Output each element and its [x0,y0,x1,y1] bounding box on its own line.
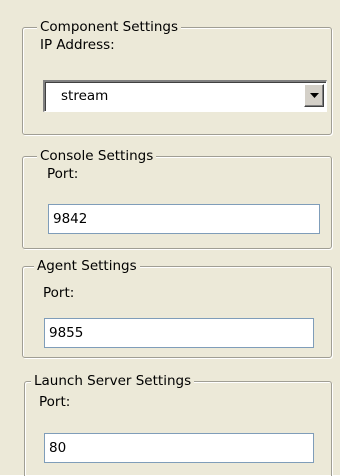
dropdown-button[interactable] [304,84,324,107]
launch-server-port-label: Port: [39,394,71,410]
ip-address-value: stream [61,88,109,104]
console-settings-title: Console Settings [37,148,157,165]
agent-settings-title: Agent Settings [34,258,140,275]
console-settings-group: Console Settings Port: [22,148,332,249]
window-edge [340,0,345,475]
agent-port-label: Port: [43,285,75,301]
chevron-down-icon [310,93,319,98]
component-settings-title: Component Settings [37,19,182,36]
component-settings-group: Component Settings IP Address: stream [22,19,332,135]
console-port-input[interactable] [48,204,320,234]
settings-panel: Component Settings IP Address: stream Co… [0,0,341,476]
agent-settings-group: Agent Settings Port: [22,258,332,358]
agent-port-input[interactable] [44,318,314,348]
ip-address-dropdown[interactable]: stream [43,80,327,112]
launch-server-settings-title: Launch Server Settings [31,373,195,390]
launch-server-settings-group: Launch Server Settings Port: [24,373,332,476]
launch-server-port-input[interactable] [44,433,314,463]
console-port-label: Port: [47,166,79,182]
ip-address-label: IP Address: [40,37,115,53]
